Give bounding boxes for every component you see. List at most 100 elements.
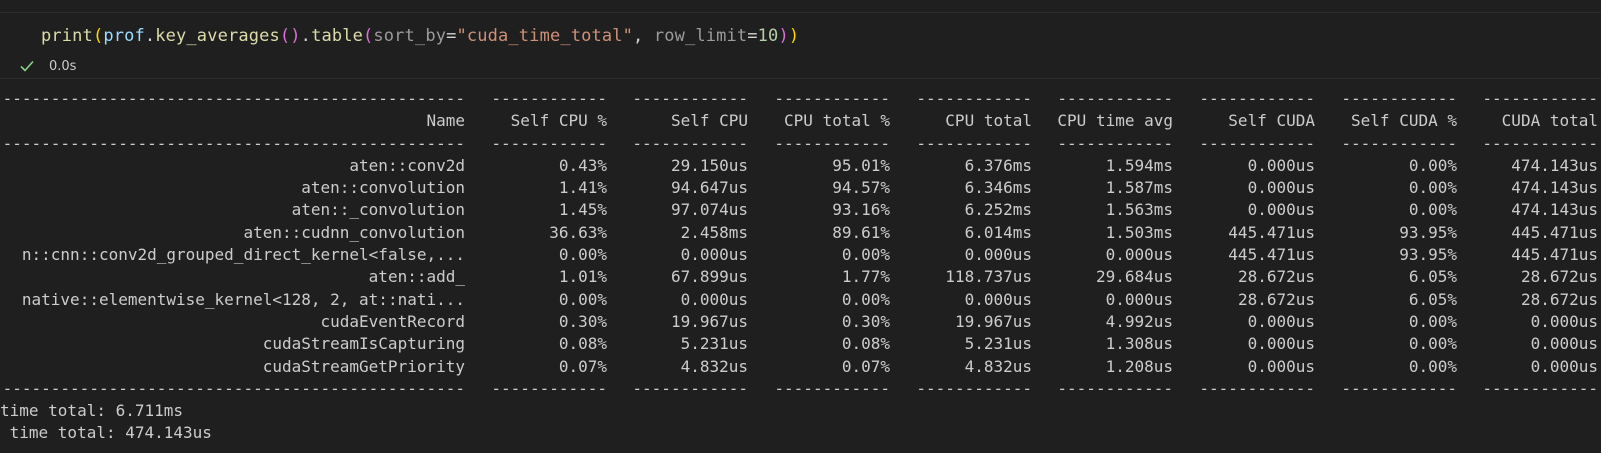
table-cell: 0.000us: [1105, 289, 1173, 309]
table-cell: 1.77%: [841, 267, 890, 287]
table-cell: 0.00%: [1408, 311, 1457, 331]
table-cell: 94.57%: [832, 178, 890, 198]
column-header: Self CPU: [670, 111, 748, 131]
code-token: sort_by: [373, 26, 447, 46]
separator-dashes: ------------: [632, 89, 748, 108]
code-token: row_limit: [653, 26, 748, 46]
table-header: Name Self CPU % Self CPU CPU total % CPU tot…: [0, 110, 1601, 132]
column-header: CPU total %: [784, 111, 890, 131]
table-cell: 1.41%: [558, 178, 607, 198]
table-cell: 0.43%: [558, 155, 607, 175]
table-cell: 1.587ms: [1105, 178, 1173, 198]
table-cell: 36.63%: [549, 222, 607, 242]
table-cell: 0.000us: [1105, 245, 1173, 265]
table-cell: 0.00%: [841, 245, 890, 265]
table-row: native::elementwise_kernel<128, 2, at::n…: [0, 289, 1601, 311]
table-cell: 1.594ms: [1105, 155, 1173, 175]
separator-dashes: ------------: [774, 89, 890, 108]
table-cell: aten::_convolution: [291, 200, 465, 220]
separator-dashes: ------------: [1341, 378, 1457, 398]
table-row: aten::convolution 1.41% 94.647us 94.57% 6.34…: [0, 177, 1601, 199]
execution-status: 0.0s: [18, 56, 76, 76]
table-cell: 0.000us: [1247, 334, 1315, 354]
separator-dashes: ----------------------------------------…: [0, 89, 465, 108]
table-cell: 28.672us: [1520, 267, 1598, 287]
table-cell: n::cnn::conv2d_grouped_direct_kernel<fal…: [21, 245, 465, 265]
table-cell: 1.01%: [558, 267, 607, 287]
table-row: aten::cudnn_convolution 36.63% 2.458ms 89.6…: [0, 222, 1601, 244]
separator-dashes: ------------: [1199, 89, 1315, 108]
table-cell: 0.000us: [1247, 155, 1315, 175]
separator-dashes: ------------: [1341, 133, 1457, 153]
table-cell: 4.992us: [1105, 311, 1173, 331]
table-row: n::cnn::conv2d_grouped_direct_kernel<fal…: [0, 244, 1601, 266]
code-token: =: [446, 26, 457, 46]
code-editor-line[interactable]: print(prof.key_averages().table(sort_by=…: [41, 22, 799, 50]
separator-dashes: ------------: [1199, 378, 1315, 398]
separator-dashes: ------------: [916, 378, 1032, 398]
table-cell: 19.967us: [954, 311, 1032, 331]
table-cell: 0.000us: [1247, 311, 1315, 331]
table-cell: 0.000us: [1247, 178, 1315, 198]
separator-dashes: ------------: [1057, 133, 1173, 153]
table-cell: 474.143us: [1511, 200, 1598, 220]
column-header: Name: [426, 111, 465, 131]
table-cell: 1.208us: [1105, 356, 1173, 376]
table-cell: 474.143us: [1511, 178, 1598, 198]
table-cell: 93.95%: [1399, 222, 1457, 242]
table-cell: 95.01%: [832, 155, 890, 175]
table-cell: 0.08%: [841, 334, 890, 354]
table-cell: 445.471us: [1511, 245, 1598, 265]
cell-output: ------------ ------------ ------------ ----…: [0, 88, 1601, 445]
table-cell: 5.231us: [680, 334, 748, 354]
table-cell: 4.832us: [964, 356, 1032, 376]
summary-line: time total: 6.711ms: [0, 401, 184, 421]
table-cell: 93.16%: [832, 200, 890, 220]
table-cell: 6.014ms: [964, 222, 1032, 242]
table-cell: 0.07%: [558, 356, 607, 376]
code-token: prof: [103, 26, 145, 46]
column-header: CUDA total: [1501, 111, 1598, 131]
table-cell: 118.737us: [945, 267, 1032, 287]
table-row: cudaStreamGetPriority 0.07% 4.832us 0.07% 4.…: [0, 356, 1601, 378]
table-cell: 474.143us: [1511, 155, 1598, 175]
table-cell: 0.07%: [841, 356, 890, 376]
table-cell: 6.346ms: [964, 178, 1032, 198]
table-cell: 0.000us: [1247, 200, 1315, 220]
table-cell: 0.000us: [680, 245, 748, 265]
table-row: cudaEventRecord 0.30% 19.967us 0.30% 19.967u…: [0, 311, 1601, 333]
code-token: ,: [633, 26, 654, 46]
separator-dashes: ------------: [916, 133, 1032, 153]
separator-dashes: ------------: [632, 133, 748, 153]
cell-border: [0, 12, 1601, 13]
table-cell: 0.00%: [1408, 356, 1457, 376]
table-cell: 0.00%: [558, 245, 607, 265]
table-cell: 28.672us: [1237, 289, 1315, 309]
column-header: Self CUDA %: [1351, 111, 1457, 131]
table-cell: 0.00%: [841, 289, 890, 309]
table-cell: aten::add_: [368, 267, 465, 287]
code-token: (: [279, 26, 291, 46]
table-separator: ------------ ------------ ------------ ----…: [0, 133, 1601, 155]
table-cell: 0.00%: [1408, 178, 1457, 198]
table-cell: 0.000us: [1530, 356, 1598, 376]
table-row: cudaStreamIsCapturing 0.08% 5.231us 0.08% 5.…: [0, 333, 1601, 355]
code-token: =: [747, 26, 758, 46]
code-token: .: [300, 26, 312, 46]
table-cell: 445.471us: [1228, 222, 1315, 242]
code-token: print: [41, 26, 93, 46]
table-cell: 5.231us: [964, 334, 1032, 354]
table-cell: 0.000us: [1530, 334, 1598, 354]
table-separator: ------------ ------------ ------------ ----…: [0, 378, 1601, 400]
separator-dashes: ----------------------------------------…: [0, 378, 465, 398]
table-cell: 29.150us: [670, 155, 748, 175]
separator-dashes: ------------: [774, 133, 890, 153]
table-cell: 6.05%: [1408, 267, 1457, 287]
table-row: aten::add_ 1.01% 67.899us 1.77% 118.737us 29.…: [0, 266, 1601, 288]
separator-dashes: ------------: [1341, 89, 1457, 108]
code-token: "cuda_time_total": [456, 26, 634, 46]
code-token: (: [363, 26, 374, 46]
separator-dashes: ------------: [1057, 378, 1173, 398]
separator-dashes: ------------: [1199, 133, 1315, 153]
separator-dashes: ------------: [1482, 89, 1598, 108]
